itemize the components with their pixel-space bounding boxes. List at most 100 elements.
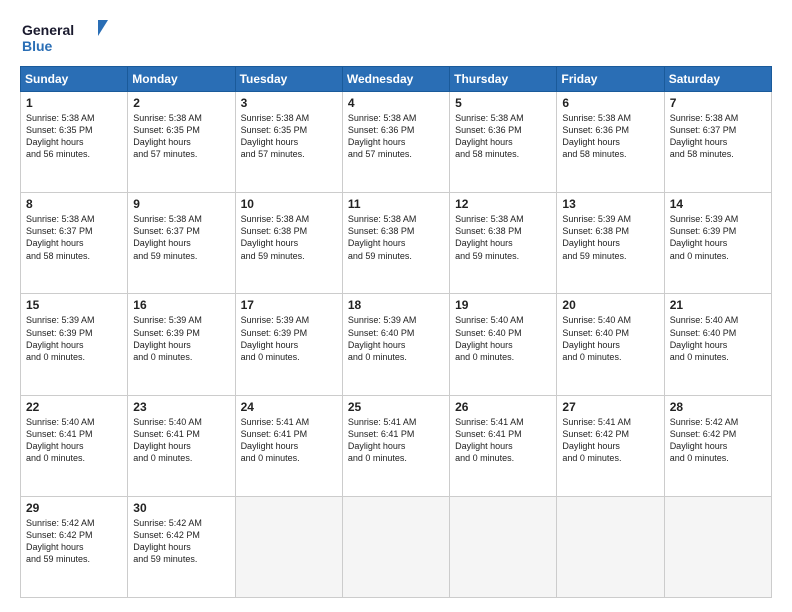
day-info: Sunrise: 5:38 AMSunset: 6:37 PMDaylight … <box>670 113 739 159</box>
day-number: 2 <box>133 96 229 110</box>
calendar-day: 8 Sunrise: 5:38 AMSunset: 6:37 PMDaylight… <box>21 193 128 294</box>
day-info: Sunrise: 5:38 AMSunset: 6:38 PMDaylight … <box>348 214 417 260</box>
empty-cell <box>557 496 664 597</box>
day-number: 5 <box>455 96 551 110</box>
day-number: 4 <box>348 96 444 110</box>
day-info: Sunrise: 5:38 AMSunset: 6:35 PMDaylight … <box>133 113 202 159</box>
day-info: Sunrise: 5:39 AMSunset: 6:39 PMDaylight … <box>241 315 310 361</box>
calendar-day: 18 Sunrise: 5:39 AMSunset: 6:40 PMDayligh… <box>342 294 449 395</box>
day-number: 27 <box>562 400 658 414</box>
day-info: Sunrise: 5:39 AMSunset: 6:38 PMDaylight … <box>562 214 631 260</box>
day-info: Sunrise: 5:38 AMSunset: 6:37 PMDaylight … <box>133 214 202 260</box>
calendar-day: 21 Sunrise: 5:40 AMSunset: 6:40 PMDayligh… <box>664 294 771 395</box>
day-of-week-header: Monday <box>128 67 235 92</box>
calendar-day: 10 Sunrise: 5:38 AMSunset: 6:38 PMDayligh… <box>235 193 342 294</box>
day-info: Sunrise: 5:39 AMSunset: 6:39 PMDaylight … <box>670 214 739 260</box>
header: General Blue <box>20 18 772 56</box>
calendar-table: SundayMondayTuesdayWednesdayThursdayFrid… <box>20 66 772 598</box>
day-number: 23 <box>133 400 229 414</box>
day-number: 26 <box>455 400 551 414</box>
calendar-day: 30Sunrise: 5:42 AMSunset: 6:42 PMDayligh… <box>128 496 235 597</box>
calendar-day: 28 Sunrise: 5:42 AMSunset: 6:42 PMDayligh… <box>664 395 771 496</box>
calendar-day: 2 Sunrise: 5:38 AMSunset: 6:35 PMDaylight… <box>128 92 235 193</box>
page: General Blue SundayMondayTuesdayWednesda… <box>0 0 792 612</box>
calendar-day: 9 Sunrise: 5:38 AMSunset: 6:37 PMDaylight… <box>128 193 235 294</box>
day-number: 10 <box>241 197 337 211</box>
day-info: Sunrise: 5:40 AMSunset: 6:40 PMDaylight … <box>455 315 524 361</box>
day-number: 13 <box>562 197 658 211</box>
day-info: Sunrise: 5:38 AMSunset: 6:36 PMDaylight … <box>348 113 417 159</box>
calendar-day: 15Sunrise: 5:39 AMSunset: 6:39 PMDayligh… <box>21 294 128 395</box>
day-info: Sunrise: 5:38 AMSunset: 6:38 PMDaylight … <box>241 214 310 260</box>
calendar-day: 11 Sunrise: 5:38 AMSunset: 6:38 PMDayligh… <box>342 193 449 294</box>
calendar-day: 4 Sunrise: 5:38 AMSunset: 6:36 PMDaylight… <box>342 92 449 193</box>
calendar-day: 14 Sunrise: 5:39 AMSunset: 6:39 PMDayligh… <box>664 193 771 294</box>
day-number: 9 <box>133 197 229 211</box>
calendar-day: 29Sunrise: 5:42 AMSunset: 6:42 PMDayligh… <box>21 496 128 597</box>
day-number: 30 <box>133 501 229 515</box>
day-number: 3 <box>241 96 337 110</box>
empty-cell <box>342 496 449 597</box>
day-info: Sunrise: 5:38 AMSunset: 6:35 PMDaylight … <box>26 113 95 159</box>
day-number: 16 <box>133 298 229 312</box>
day-info: Sunrise: 5:38 AMSunset: 6:35 PMDaylight … <box>241 113 310 159</box>
svg-text:General: General <box>22 22 74 38</box>
day-number: 25 <box>348 400 444 414</box>
calendar-day: 6 Sunrise: 5:38 AMSunset: 6:36 PMDaylight… <box>557 92 664 193</box>
day-info: Sunrise: 5:41 AMSunset: 6:41 PMDaylight … <box>455 417 524 463</box>
day-info: Sunrise: 5:38 AMSunset: 6:37 PMDaylight … <box>26 214 95 260</box>
day-number: 29 <box>26 501 122 515</box>
calendar-day: 25 Sunrise: 5:41 AMSunset: 6:41 PMDayligh… <box>342 395 449 496</box>
day-number: 17 <box>241 298 337 312</box>
calendar-day: 17 Sunrise: 5:39 AMSunset: 6:39 PMDayligh… <box>235 294 342 395</box>
day-of-week-header: Friday <box>557 67 664 92</box>
day-number: 12 <box>455 197 551 211</box>
day-number: 6 <box>562 96 658 110</box>
calendar-day: 19 Sunrise: 5:40 AMSunset: 6:40 PMDayligh… <box>450 294 557 395</box>
day-number: 18 <box>348 298 444 312</box>
day-of-week-header: Saturday <box>664 67 771 92</box>
day-info: Sunrise: 5:38 AMSunset: 6:36 PMDaylight … <box>455 113 524 159</box>
day-number: 1 <box>26 96 122 110</box>
empty-cell <box>235 496 342 597</box>
day-number: 14 <box>670 197 766 211</box>
day-info: Sunrise: 5:40 AMSunset: 6:40 PMDaylight … <box>562 315 631 361</box>
svg-text:Blue: Blue <box>22 38 53 54</box>
day-number: 22 <box>26 400 122 414</box>
day-info: Sunrise: 5:41 AMSunset: 6:41 PMDaylight … <box>241 417 310 463</box>
day-info: Sunrise: 5:38 AMSunset: 6:38 PMDaylight … <box>455 214 524 260</box>
day-number: 19 <box>455 298 551 312</box>
calendar-day: 5 Sunrise: 5:38 AMSunset: 6:36 PMDaylight… <box>450 92 557 193</box>
logo: General Blue <box>20 18 110 56</box>
day-of-week-header: Tuesday <box>235 67 342 92</box>
day-number: 8 <box>26 197 122 211</box>
day-info: Sunrise: 5:39 AMSunset: 6:39 PMDaylight … <box>26 315 95 361</box>
calendar-day: 7 Sunrise: 5:38 AMSunset: 6:37 PMDaylight… <box>664 92 771 193</box>
calendar-day: 12 Sunrise: 5:38 AMSunset: 6:38 PMDayligh… <box>450 193 557 294</box>
day-info: Sunrise: 5:41 AMSunset: 6:41 PMDaylight … <box>348 417 417 463</box>
calendar-day: 20Sunrise: 5:40 AMSunset: 6:40 PMDayligh… <box>557 294 664 395</box>
calendar-day: 22 Sunrise: 5:40 AMSunset: 6:41 PMDayligh… <box>21 395 128 496</box>
day-number: 11 <box>348 197 444 211</box>
day-info: Sunrise: 5:40 AMSunset: 6:41 PMDaylight … <box>26 417 95 463</box>
empty-cell <box>664 496 771 597</box>
empty-cell <box>450 496 557 597</box>
day-number: 21 <box>670 298 766 312</box>
day-of-week-header: Thursday <box>450 67 557 92</box>
calendar-day: 3 Sunrise: 5:38 AMSunset: 6:35 PMDaylight… <box>235 92 342 193</box>
day-number: 7 <box>670 96 766 110</box>
day-info: Sunrise: 5:39 AMSunset: 6:39 PMDaylight … <box>133 315 202 361</box>
calendar-day: 13 Sunrise: 5:39 AMSunset: 6:38 PMDayligh… <box>557 193 664 294</box>
day-info: Sunrise: 5:40 AMSunset: 6:40 PMDaylight … <box>670 315 739 361</box>
day-number: 28 <box>670 400 766 414</box>
day-of-week-header: Wednesday <box>342 67 449 92</box>
day-number: 24 <box>241 400 337 414</box>
day-of-week-header: Sunday <box>21 67 128 92</box>
logo-svg: General Blue <box>20 18 110 56</box>
calendar-day: 27 Sunrise: 5:41 AMSunset: 6:42 PMDayligh… <box>557 395 664 496</box>
day-info: Sunrise: 5:39 AMSunset: 6:40 PMDaylight … <box>348 315 417 361</box>
day-info: Sunrise: 5:42 AMSunset: 6:42 PMDaylight … <box>670 417 739 463</box>
calendar-day: 24 Sunrise: 5:41 AMSunset: 6:41 PMDayligh… <box>235 395 342 496</box>
day-info: Sunrise: 5:41 AMSunset: 6:42 PMDaylight … <box>562 417 631 463</box>
day-info: Sunrise: 5:38 AMSunset: 6:36 PMDaylight … <box>562 113 631 159</box>
